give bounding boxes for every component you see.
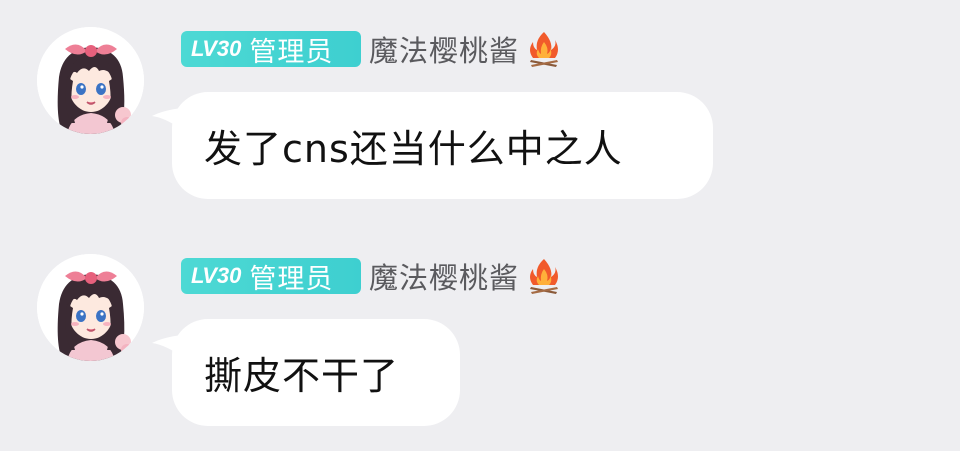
level-number: 30 xyxy=(216,36,242,61)
sender-info: LV 30 管理员 魔法樱桃酱 xyxy=(181,30,561,68)
role-label: 管理员 xyxy=(249,36,334,68)
sender-info: LV 30 管理员 魔法樱桃酱 xyxy=(181,257,561,295)
message-bubble[interactable]: 发了cns还当什么中之人 xyxy=(172,92,713,199)
user-avatar[interactable] xyxy=(37,254,144,361)
level-role-badge: LV 30 管理员 xyxy=(181,258,361,295)
sender-nickname[interactable]: 魔法樱桃酱 xyxy=(369,28,519,70)
anime-girl-avatar-icon xyxy=(37,27,144,134)
sender-nickname[interactable]: 魔法樱桃酱 xyxy=(369,255,519,297)
anime-girl-avatar-icon xyxy=(37,254,144,361)
campfire-icon xyxy=(527,257,561,295)
level-role-badge: LV 30 管理员 xyxy=(181,31,361,68)
level-number: 30 xyxy=(216,263,242,288)
level-prefix: LV xyxy=(191,263,217,288)
role-label: 管理员 xyxy=(249,263,334,295)
user-avatar[interactable] xyxy=(37,27,144,134)
campfire-icon xyxy=(527,30,561,68)
chat-message: LV 30 管理员 魔法樱桃酱 发了cns还当什么中之人 xyxy=(0,0,960,220)
message-text: 发了cns还当什么中之人 xyxy=(204,127,623,171)
chat-message: LV 30 管理员 魔法樱桃酱 撕皮不干了 xyxy=(0,227,960,447)
message-text: 撕皮不干了 xyxy=(204,354,400,398)
level-prefix: LV xyxy=(191,36,217,61)
message-bubble[interactable]: 撕皮不干了 xyxy=(172,319,460,426)
